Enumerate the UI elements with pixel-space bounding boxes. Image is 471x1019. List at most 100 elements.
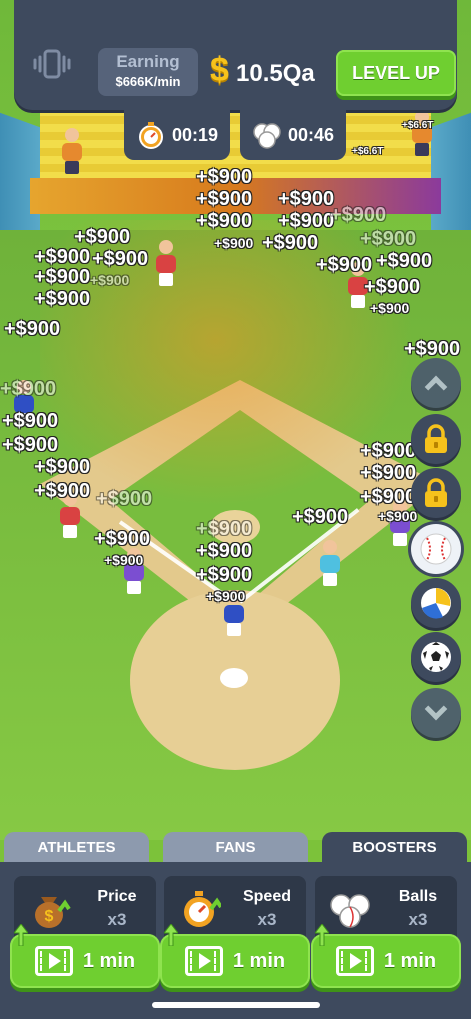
booster-multiplier: x3	[107, 910, 127, 929]
floating-earning: +$900	[196, 166, 253, 188]
floating-earning: +$900	[34, 266, 91, 288]
floating-earning: +$900	[2, 434, 59, 456]
booster-duration: 1 min	[383, 949, 437, 972]
floating-earning: +$900	[316, 254, 373, 276]
sport-baseball-button[interactable]	[411, 524, 461, 574]
tab-fans[interactable]: FANS	[163, 832, 308, 862]
earning-rate-box: Earning $666K/min	[98, 48, 198, 96]
speed-timer: 00:19	[124, 110, 230, 160]
lock-icon	[425, 478, 447, 507]
activate-price-booster-button[interactable]: 1 min	[10, 924, 160, 988]
player-athlete[interactable]	[156, 240, 176, 286]
floating-earning: +$900	[196, 564, 253, 586]
lock-icon	[425, 424, 447, 453]
floating-earning: +$900	[360, 440, 417, 462]
floating-earning: +$6.6T	[352, 146, 384, 157]
locked-slot-1[interactable]	[411, 414, 461, 464]
balls-timer: 00:46	[240, 110, 346, 160]
floating-earning: +$900	[376, 250, 433, 272]
fan-spectator	[412, 110, 432, 156]
balls-icon	[327, 886, 373, 932]
game-field[interactable]: +$900 +$900 +$900 +$900 +$900 +$900 +$90…	[0, 0, 471, 840]
floating-earning: +$900	[196, 540, 253, 562]
chevron-down-icon	[424, 697, 448, 721]
floating-earning: +$900	[34, 480, 91, 502]
balls-icon	[253, 123, 281, 149]
floating-earning: +$900	[34, 456, 91, 478]
floating-earning: +$900	[34, 288, 91, 310]
floating-earning: +$900	[92, 248, 149, 270]
booster-name: Price	[97, 888, 137, 905]
floating-earning: +$900	[360, 486, 417, 508]
floating-earning: +$900	[360, 462, 417, 484]
level-up-button[interactable]: LEVEL UP	[336, 50, 456, 96]
locked-slot-2[interactable]	[411, 468, 461, 518]
tab-boosters[interactable]: BOOSTERS	[322, 832, 467, 862]
vibration-icon	[33, 49, 71, 79]
floating-earning: +$900	[278, 210, 335, 232]
earning-rate: $666K/min	[115, 74, 181, 89]
floating-earning: +$900	[0, 378, 57, 400]
floating-earning: +$900	[196, 188, 253, 210]
floating-earning: +$900	[370, 300, 410, 316]
floating-earning: +$900	[196, 210, 253, 232]
activate-speed-booster-button[interactable]: 1 min	[160, 924, 310, 988]
svg-text:$: $	[45, 908, 54, 925]
home-indicator[interactable]	[152, 1002, 320, 1008]
tab-athletes[interactable]: ATHLETES	[4, 832, 149, 862]
booster-duration: 1 min	[232, 949, 286, 972]
money-bag-icon: $	[26, 886, 72, 932]
arrow-up-icon	[164, 924, 178, 946]
sport-volleyball-button[interactable]	[411, 578, 461, 628]
floating-earning: +$900	[278, 188, 335, 210]
booster-name: Speed	[242, 888, 291, 905]
fan-spectator	[62, 128, 82, 174]
floating-earning: +$900	[196, 518, 253, 540]
booster-balls: Balls x3 1 min	[311, 876, 461, 988]
floating-earning: +$900	[360, 228, 417, 250]
floating-earning: +$6.6T	[402, 120, 434, 131]
earning-title: Earning	[116, 52, 180, 71]
player-athlete[interactable]	[320, 540, 340, 586]
soccer-ball-icon	[421, 642, 451, 672]
activate-balls-booster-button[interactable]: 1 min	[311, 924, 461, 988]
balance-amount: 10.5Qa	[236, 60, 315, 87]
speed-timer-value: 00:19	[171, 124, 219, 145]
volleyball-icon	[421, 588, 451, 619]
home-plate	[220, 668, 248, 688]
vibration-toggle[interactable]	[32, 44, 72, 84]
floating-earning: +$900	[206, 588, 246, 604]
booster-duration: 1 min	[82, 949, 136, 972]
baseball-icon	[420, 533, 452, 565]
currency-icon: $	[210, 51, 229, 89]
video-ad-icon	[34, 946, 73, 976]
floating-earning: +$900	[330, 204, 387, 226]
booster-price: $ Price x3 1 min	[10, 876, 160, 988]
floating-earning: +$900	[94, 528, 151, 550]
floating-earning: +$900	[364, 276, 421, 298]
floating-earning: +$900	[4, 318, 61, 340]
stopwatch-icon	[176, 886, 222, 932]
booster-name: Balls	[398, 888, 438, 905]
scroll-up-button[interactable]	[411, 358, 461, 408]
booster-multiplier: x3	[408, 910, 428, 929]
booster-speed: Speed x3 1 min	[160, 876, 310, 988]
floating-earning: +$900	[262, 232, 319, 254]
arrow-up-icon	[315, 924, 329, 946]
floating-earning: +$900	[292, 506, 349, 528]
stopwatch-icon	[138, 122, 163, 149]
balls-timer-value: 00:46	[287, 124, 335, 145]
scroll-down-button[interactable]	[411, 688, 461, 738]
floating-earning: +$900	[90, 272, 130, 288]
floating-earning: +$900	[104, 552, 144, 568]
floating-earning: +$900	[2, 410, 59, 432]
sport-soccer-button[interactable]	[411, 632, 461, 682]
video-ad-icon	[335, 946, 374, 976]
video-ad-icon	[184, 946, 223, 976]
top-hud: Earning $666K/min $ 10.5Qa LEVEL UP	[14, 0, 457, 110]
floating-earning: +$900	[214, 235, 254, 251]
floating-earning: +$900	[378, 508, 418, 524]
booster-multiplier: x3	[257, 910, 277, 929]
chevron-up-icon	[424, 375, 448, 399]
floating-earning: +$900	[96, 488, 153, 510]
